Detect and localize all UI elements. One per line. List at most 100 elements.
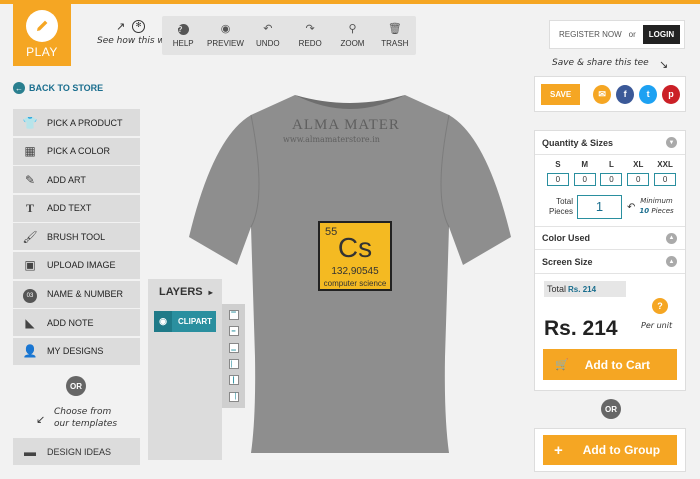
menu-label: ADD ART (47, 174, 86, 185)
menu-label: UPLOAD IMAGE (47, 260, 116, 271)
trash-button[interactable]: 🗑 TRASH (374, 16, 416, 55)
visibility-eye-icon[interactable]: ◉ (154, 311, 172, 332)
menu-label: BRUSH TOOL (47, 231, 106, 242)
save-button[interactable]: SAVE (541, 83, 581, 105)
design-ideas-button[interactable]: ▬ DESIGN IDEAS (13, 438, 140, 465)
help-label: HELP (172, 39, 194, 48)
eye-icon: ◉ (220, 23, 231, 35)
order-panel: Quantity & Sizes ▼ S 0 M 0 L 0 XL 0 XXL 0 Tot… (534, 130, 686, 391)
redo-label: REDO (298, 39, 322, 48)
auth-or: or (628, 30, 636, 39)
size-qty-input[interactable]: 0 (546, 173, 569, 186)
size-qty-input[interactable]: 0 (627, 173, 650, 186)
menu-label: ADD NOTE (47, 317, 94, 328)
top-accent-bar (0, 0, 700, 4)
note-icon: ◣ (25, 315, 35, 330)
shirt-logo-text: ALMA MATER (292, 117, 400, 133)
total-pieces-row: Total Pieces 1 ↶ Minimum 10 Pieces (535, 186, 685, 226)
total-pieces-label: Total (556, 197, 573, 207)
pick-color-item[interactable]: ▦ PICK A COLOR (13, 137, 140, 165)
pinterest-icon[interactable]: p (662, 84, 681, 104)
cart-icon: 🛒 (555, 359, 569, 371)
editor-toolbar: ? HELP ◉ PREVIEW ↶ UNDO ↷ REDO ⚲ ZOOM 🗑 … (162, 16, 416, 55)
size-qty-input[interactable]: 0 (654, 173, 677, 186)
unit-price: Rs. 214 (544, 317, 618, 340)
minimum-count: 10 (639, 207, 650, 215)
minimum-label: Minimum (640, 197, 673, 206)
menu-label: MY DESIGNS (47, 346, 104, 357)
play-button[interactable]: PLAY (13, 4, 71, 66)
design-ideas-label: DESIGN IDEAS (47, 446, 112, 457)
templates-hint-line1: Choose from (54, 407, 112, 417)
chevron-up-icon: ▲ (666, 232, 677, 244)
my-designs-item[interactable]: 👤 MY DESIGNS (13, 337, 140, 365)
menu-label: NAME & NUMBER (47, 289, 124, 300)
screen-size-header[interactable]: Screen Size ▲ (535, 250, 685, 274)
add-to-cart-button[interactable]: 🛒 Add to Cart (543, 349, 677, 380)
per-unit-label: Per unit (641, 321, 673, 330)
group-box: + Add to Group (534, 428, 686, 472)
back-to-store-link[interactable]: ← BACK TO STORE (13, 82, 103, 94)
upload-image-item[interactable]: ▣ UPLOAD IMAGE (13, 251, 140, 279)
pick-product-item[interactable]: 👕 PICK A PRODUCT (13, 109, 140, 136)
size-qty-input[interactable]: 0 (600, 173, 623, 186)
or-separator: OR (601, 399, 621, 419)
element-name: computer science (323, 279, 387, 288)
auth-box: REGISTER NOW or LOGIN (549, 20, 685, 49)
quantity-sizes-title: Quantity & Sizes (542, 137, 614, 148)
size-qty-input[interactable]: 0 (573, 173, 596, 186)
text-icon: T (25, 200, 34, 215)
price-help-icon[interactable]: ? (652, 298, 668, 314)
templates-hint-line2: our templates (54, 419, 118, 429)
twitter-icon[interactable]: t (639, 84, 658, 104)
or-separator: OR (66, 376, 86, 396)
trash-label: TRASH (381, 39, 409, 48)
size-label: M (581, 160, 589, 169)
undo-icon: ↶ (263, 23, 273, 35)
add-text-item[interactable]: T ADD TEXT (13, 194, 140, 222)
color-used-title: Color Used (542, 233, 591, 243)
preview-button[interactable]: ◉ PREVIEW (204, 16, 246, 55)
quantity-sizes-header[interactable]: Quantity & Sizes ▼ (535, 131, 685, 155)
facebook-icon[interactable]: f (616, 84, 635, 104)
register-link[interactable]: REGISTER NOW (559, 30, 622, 39)
element-mass: 132,90545 (331, 266, 379, 277)
total-pieces-value: 1 (577, 195, 622, 219)
palette-icon: ▦ (24, 144, 36, 159)
menu-label: PICK A PRODUCT (47, 117, 123, 128)
menu-label: PICK A COLOR (47, 146, 111, 157)
back-to-store-label: BACK TO STORE (29, 83, 104, 93)
help-button[interactable]: ? HELP (162, 16, 204, 55)
add-note-item[interactable]: ◣ ADD NOTE (13, 309, 140, 337)
curved-arrow-icon: ↙ (36, 413, 46, 426)
add-to-group-button[interactable]: + Add to Group (543, 435, 677, 465)
chevron-up-icon: ▲ (666, 256, 677, 267)
redo-button[interactable]: ↷ REDO (289, 16, 331, 55)
chevron-down-icon: ▼ (666, 137, 677, 148)
add-art-item[interactable]: ✎ ADD ART (13, 166, 140, 194)
color-used-header[interactable]: Color Used ▲ (535, 226, 685, 250)
size-label: XXL (657, 160, 673, 169)
curved-arrow-icon: ↶ (627, 201, 636, 213)
undo-button[interactable]: ↶ UNDO (247, 16, 289, 55)
zoom-button[interactable]: ⚲ ZOOM (331, 16, 373, 55)
total-value: Rs. 214 (568, 285, 597, 294)
brush-tool-item[interactable]: 🖌 BRUSH TOOL (13, 223, 140, 251)
name-number-item[interactable]: 03 NAME & NUMBER (13, 280, 140, 308)
tool-menu: 👕 PICK A PRODUCT ▦ PICK A COLOR ✎ ADD ART T… (13, 109, 140, 366)
element-symbol: Cs (337, 232, 373, 263)
login-button[interactable]: LOGIN (642, 25, 681, 44)
email-icon[interactable]: ✉ (593, 84, 612, 104)
trash-icon: 🗑 (387, 23, 402, 35)
size-label: XL (633, 160, 644, 169)
redo-icon: ↷ (305, 23, 315, 35)
clipart-element-tile[interactable]: 55 Cs 132,90545 computer science (318, 221, 392, 291)
film-reel-icon: ✻ (132, 20, 145, 33)
size-label: L (609, 160, 614, 169)
minimum-unit: Pieces (651, 207, 674, 215)
help-icon: ? (177, 23, 189, 36)
size-grid: S 0 M 0 L 0 XL 0 XXL 0 (535, 155, 685, 186)
total-summary: Total Rs. 214 (544, 281, 626, 297)
screen-size-title: Screen Size (542, 256, 593, 267)
art-icon: ✎ (24, 172, 36, 187)
